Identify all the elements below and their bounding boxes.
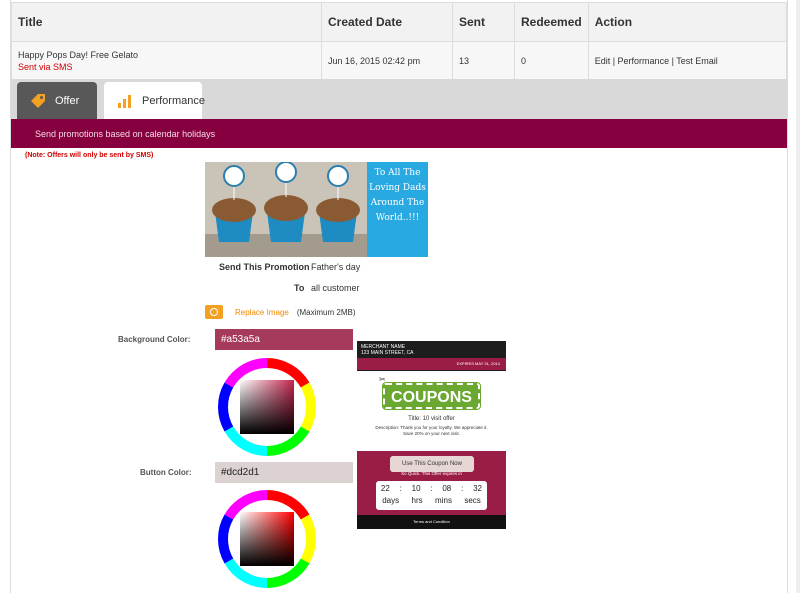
holiday-banner: Send promotions based on calendar holida… — [11, 119, 787, 148]
table-row: Happy Pops Day! Free Gelato Sent via SMS… — [11, 41, 788, 80]
promotion-image — [205, 162, 367, 257]
background-color-input[interactable]: #a53a5a — [215, 329, 353, 350]
created-date-cell: Jun 16, 2015 02:42 pm — [321, 41, 453, 80]
scrollbar[interactable] — [796, 0, 800, 593]
tab-offer[interactable]: Offer — [17, 82, 97, 119]
col-action[interactable]: Action — [587, 2, 788, 42]
background-color-wheel[interactable] — [215, 355, 319, 459]
tag-icon — [29, 92, 47, 110]
background-color-label: Background Color: — [118, 335, 191, 344]
promotion-title: Happy Pops Day! Free Gelato — [18, 49, 139, 60]
coupon-countdown: 22: 10: 08: 32 days hrs mins secs — [376, 481, 487, 510]
tab-bar: Offer Performance — [11, 79, 787, 119]
coupon-hurry-text: So Quick. This Offer expires in — [401, 471, 462, 476]
redeemed-count-cell: 0 — [514, 41, 589, 80]
button-color-label: Button Color: — [140, 468, 192, 477]
sent-via-label: Sent via SMS — [18, 61, 73, 72]
sms-note: (Note: Offers will only be sent by SMS) — [25, 152, 154, 159]
tab-performance-label: Performance — [142, 94, 205, 107]
timer-unit-days: days — [382, 496, 400, 505]
tab-performance[interactable]: Performance — [104, 82, 205, 119]
button-color-input[interactable]: #dcd2d1 — [215, 462, 353, 483]
coupon-terms[interactable]: Terms and Condition — [357, 515, 506, 529]
coupon-body: ✂ COUPONS Title: 10 visit offer Descript… — [357, 371, 506, 451]
col-redeemed[interactable]: Redeemed — [514, 2, 589, 42]
timer-unit-hrs: hrs — [411, 496, 423, 505]
bar-chart-icon — [116, 92, 134, 110]
use-coupon-button[interactable]: Use This Coupon Now — [390, 456, 474, 472]
col-sent[interactable]: Sent — [452, 2, 515, 42]
promotions-table: Title Created Date Sent Redeemed Action … — [11, 2, 788, 80]
timer-days: 22 — [380, 484, 390, 493]
col-created-date[interactable]: Created Date — [321, 2, 453, 42]
timer-unit-mins: mins — [435, 496, 452, 505]
button-color-wheel[interactable] — [215, 487, 319, 591]
row-title-cell: Happy Pops Day! Free Gelato Sent via SMS — [11, 41, 322, 80]
coupon-description: Description: Thank you for your loyalty.… — [375, 425, 488, 436]
send-promotion-value: Father's day — [311, 262, 361, 272]
coupon-address: 123 MAIN STREET, CA — [361, 350, 414, 356]
sent-count-cell: 13 — [452, 41, 515, 80]
timer-unit-secs: secs — [464, 496, 481, 505]
to-value: all customer — [311, 283, 360, 293]
to-label: To — [294, 283, 305, 293]
timer-mins: 08 — [442, 484, 452, 493]
coupon-badge: COUPONS — [382, 382, 481, 410]
replace-image-row: Replace Image (Maximum 2MB) — [205, 305, 355, 319]
promotion-image-caption: To All The Loving Dads Around The World.… — [367, 162, 428, 257]
timer-secs: 32 — [473, 484, 482, 493]
replace-image-limit: (Maximum 2MB) — [296, 307, 356, 317]
send-promotion-label: Send This Promotion — [219, 262, 310, 272]
tab-offer-label: Offer — [55, 94, 80, 107]
coupon-badge-label: COUPONS — [391, 389, 472, 406]
col-title[interactable]: Title — [11, 2, 322, 42]
coupon-expiry: EXPIRES MAY 31, 2014 — [357, 358, 506, 370]
replace-image-link[interactable]: Replace Image — [235, 308, 289, 317]
timer-hours: 10 — [411, 484, 421, 493]
coupon-title: Title: 10 visit offer — [408, 416, 455, 422]
camera-icon[interactable] — [205, 305, 223, 319]
coupon-preview: MERCHANT NAME 123 MAIN STREET, CA EXPIRE… — [357, 341, 506, 529]
action-links[interactable]: Edit | Performance | Test Email — [587, 41, 788, 80]
